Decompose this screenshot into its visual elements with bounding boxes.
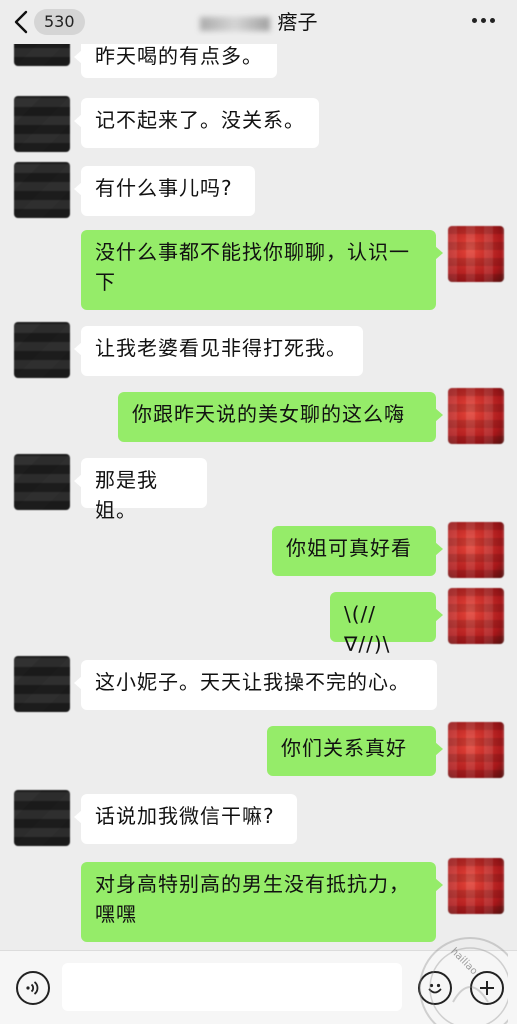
unread-count-badge: 530 — [34, 9, 85, 35]
chevron-left-icon — [14, 10, 28, 34]
contact-avatar[interactable] — [14, 96, 70, 152]
back-button[interactable]: 530 — [14, 8, 85, 36]
voice-button[interactable] — [16, 971, 50, 1005]
self-avatar[interactable] — [448, 388, 504, 444]
message-row: 你跟昨天说的美女聊的这么嗨 — [0, 388, 517, 448]
message-row: 这小妮子。天天让我操不完的心。 — [0, 656, 517, 716]
chat-title: 瘩子 — [120, 8, 397, 36]
message-bubble-received[interactable]: 有什么事儿吗? — [74, 166, 255, 216]
message-row: 你姐可真好看 — [0, 522, 517, 582]
more-dots-icon — [472, 18, 477, 23]
message-row: 话说加我微信干嘛? — [0, 790, 517, 850]
emoji-button[interactable] — [418, 971, 452, 1005]
chat-header: 530 瘩子 — [0, 0, 517, 44]
input-bar — [0, 950, 517, 1024]
contact-avatar[interactable] — [14, 454, 70, 510]
message-row: 你们关系真好 — [0, 722, 517, 782]
message-row: \(//∇//)\ — [0, 588, 517, 656]
message-row: 有什么事儿吗? — [0, 162, 517, 222]
contact-avatar[interactable] — [14, 656, 70, 712]
message-row: 记不起来了。没关系。 — [0, 96, 517, 156]
add-button[interactable] — [470, 971, 504, 1005]
self-avatar[interactable] — [448, 522, 504, 578]
message-bubble-sent[interactable]: 你姐可真好看 — [272, 526, 443, 576]
voice-icon — [26, 981, 39, 995]
message-bubble-received[interactable]: 让我老婆看见非得打死我。 — [74, 326, 363, 376]
message-row: 昨天喝的有点多。 — [0, 14, 517, 80]
message-bubble-sent[interactable]: \(//∇//)\ — [330, 592, 443, 656]
message-list[interactable]: 昨天喝的有点多。 记不起来了。没关系。 有什么事儿吗? 没什么事都不能找你聊聊，… — [0, 0, 517, 950]
contact-avatar[interactable] — [14, 322, 70, 378]
self-avatar[interactable] — [448, 226, 504, 282]
message-bubble-received[interactable]: 那是我姐。 — [74, 458, 207, 522]
message-bubble-received[interactable]: 话说加我微信干嘛? — [74, 794, 297, 844]
message-bubble-sent[interactable]: 你跟昨天说的美女聊的这么嗨 — [118, 392, 443, 442]
message-bubble-sent[interactable]: 没什么事都不能找你聊聊，认识一下 — [81, 230, 443, 310]
message-row: 让我老婆看见非得打死我。 — [0, 322, 517, 382]
self-avatar[interactable] — [448, 858, 504, 914]
contact-avatar[interactable] — [14, 790, 70, 846]
contact-avatar[interactable] — [14, 162, 70, 218]
message-row: 没什么事都不能找你聊聊，认识一下 — [0, 226, 517, 312]
more-button[interactable] — [472, 18, 495, 23]
chat-title-text: 瘩子 — [277, 10, 318, 34]
add-icon — [480, 981, 494, 995]
message-input[interactable] — [62, 963, 402, 1011]
message-row: 那是我姐。 — [0, 454, 517, 522]
more-dots-icon — [490, 18, 495, 23]
more-dots-icon — [481, 18, 486, 23]
message-bubble-received[interactable]: 这小妮子。天天让我操不完的心。 — [74, 660, 437, 710]
message-row: 对身高特别高的男生没有抵抗力，嘿嘿 — [0, 858, 517, 944]
self-avatar[interactable] — [448, 588, 504, 644]
self-avatar[interactable] — [448, 722, 504, 778]
emoji-icon — [428, 983, 442, 994]
message-bubble-received[interactable]: 记不起来了。没关系。 — [74, 98, 319, 148]
message-bubble-sent[interactable]: 对身高特别高的男生没有抵抗力，嘿嘿 — [81, 862, 443, 942]
redacted-name — [199, 16, 270, 31]
message-bubble-sent[interactable]: 你们关系真好 — [267, 726, 443, 776]
